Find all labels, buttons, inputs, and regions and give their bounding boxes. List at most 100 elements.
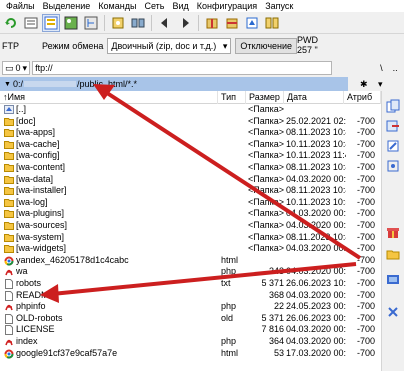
up-icon: [4, 105, 14, 114]
menu-item[interactable]: Команды: [94, 0, 140, 12]
file-size: <Папка>: [248, 173, 284, 184]
unpack-icon[interactable]: [223, 14, 241, 32]
file-name: OLD-robots: [16, 312, 63, 323]
network-icon[interactable]: [386, 273, 400, 287]
file-type: php: [221, 301, 237, 312]
file-size: <Папка>: [248, 243, 284, 254]
forward-icon[interactable]: [176, 14, 194, 32]
file-row[interactable]: [wa-plugins] <Папка>04.03.2020 00:00 -700: [0, 208, 381, 220]
file-size: 364: [268, 336, 284, 346]
folder-icon: [4, 117, 14, 126]
file-name: [wa-system]: [16, 231, 65, 242]
menu-item[interactable]: Запуск: [261, 0, 297, 12]
file-date: 25.02.2021 02:00: [286, 115, 346, 126]
file-row[interactable]: [wa-widgets] <Папка>04.03.2020 00:00 -700: [0, 243, 381, 255]
drive-select[interactable]: ▭ 0 ▾: [2, 61, 31, 75]
root-dir-button[interactable]: \: [380, 63, 383, 73]
back-icon[interactable]: [156, 14, 174, 32]
sync-icon[interactable]: [129, 14, 147, 32]
file-size: <Папка>: [248, 185, 284, 196]
file-attr: -700: [357, 138, 376, 149]
drive-icon: ▭: [5, 62, 14, 73]
file-row[interactable]: index php 36404.03.2020 00:00 -700: [0, 336, 381, 348]
menu-item[interactable]: Выделение: [39, 0, 95, 12]
file-row[interactable]: [wa-installer] <Папка>08.11.2023 10:44 -70…: [0, 185, 381, 197]
current-path: ▼ 0:/ /public_html/*.*: [0, 77, 348, 91]
file-size: <Папка>: [248, 104, 284, 114]
file-date: 26.06.2023 00:00: [286, 312, 346, 323]
menu-item[interactable]: Файлы: [2, 0, 39, 12]
file-row[interactable]: [..] <Папка>: [0, 104, 381, 116]
file-row[interactable]: [wa-content] <Папка>08.11.2023 10:44 -700: [0, 162, 381, 174]
find-icon[interactable]: [109, 14, 127, 32]
view-brief-icon[interactable]: [22, 14, 40, 32]
file-attr: -700: [357, 127, 376, 138]
column-name[interactable]: ↑Имя: [0, 91, 218, 104]
file-name: [wa-apps]: [16, 127, 56, 138]
column-attr[interactable]: Атриб: [344, 91, 381, 104]
file-row[interactable]: [wa-config] <Папка>10.11.2023 11:47 -700: [0, 150, 381, 162]
ftp-url-field[interactable]: ftp://: [32, 61, 333, 75]
file-row[interactable]: [wa-log] <Папка>10.11.2023 10:50 -700: [0, 197, 381, 209]
file-attr: -700: [357, 254, 376, 265]
parent-dir-button[interactable]: ..: [393, 63, 398, 73]
file-size: <Папка>: [248, 231, 284, 242]
toolbar-separator: [151, 14, 152, 31]
file-row[interactable]: robots txt 5 37126.06.2023 10:43 -700: [0, 278, 381, 290]
column-size[interactable]: Размер: [246, 91, 284, 104]
history-icon[interactable]: ▾: [378, 79, 383, 90]
pdf-icon: [4, 302, 14, 311]
ftp-bar: FTP Режим обмена Двоичный (zip, doc и т.…: [0, 35, 404, 57]
delete-icon[interactable]: [386, 305, 400, 319]
file-row[interactable]: wa php 34304.03.2020 00:00 -700: [0, 266, 381, 278]
file-size: 22: [273, 301, 284, 312]
move-icon[interactable]: [386, 119, 400, 133]
menu-item[interactable]: Вид: [168, 0, 192, 12]
column-type[interactable]: Тип: [218, 91, 246, 104]
folder-icon: [4, 209, 14, 219]
main-toolbar: [0, 12, 404, 34]
file-date: 24.05.2023 00:00: [286, 301, 346, 312]
file-row[interactable]: google91cf37e9caf57a7e html 53 17.03.2020 0…: [0, 348, 381, 360]
menu-item[interactable]: Сеть: [140, 0, 168, 12]
file-row[interactable]: [wa-sources] <Папка>04.03.2020 00:00 -700: [0, 220, 381, 232]
column-date[interactable]: Дата: [284, 91, 344, 104]
ftp-connect-icon[interactable]: [243, 14, 261, 32]
new-folder-icon[interactable]: [386, 247, 400, 261]
file-name: [wa-widgets]: [16, 243, 67, 254]
file-row[interactable]: [doc] <Папка>25.02.2021 02:00 -700: [0, 116, 381, 128]
file-type: html: [221, 254, 239, 265]
file-row[interactable]: [wa-system] <Папка>08.11.2023 10:41 -700: [0, 232, 381, 244]
file-row[interactable]: [wa-data] <Папка>04.03.2020 00:00 -700: [0, 174, 381, 186]
file-date: 04.03.2020 00:00: [286, 173, 346, 184]
menu-item[interactable]: Конфигурация: [193, 0, 261, 12]
drive-label: 0: [15, 63, 21, 73]
compare-icon[interactable]: [263, 14, 281, 32]
file-date: 26.06.2023 10:43: [286, 278, 346, 288]
transfer-mode-select[interactable]: Двоичный (zip, doc и т.д.) ▾: [107, 38, 232, 54]
star-icon[interactable]: ✱: [360, 79, 368, 90]
file-name: [wa-data]: [16, 173, 54, 184]
refresh-icon[interactable]: [2, 14, 20, 32]
file-row[interactable]: [wa-apps] <Папка>08.11.2023 10:44 -700: [0, 127, 381, 139]
file-attr: -700: [357, 312, 376, 323]
gift-icon[interactable]: [386, 225, 400, 239]
file-row[interactable]: yandex_46205178d1c4cabc html -700: [0, 255, 381, 267]
copy-icon[interactable]: [386, 99, 400, 113]
disconnect-button[interactable]: Отключение: [235, 38, 298, 54]
view-detail-icon[interactable]: [42, 13, 60, 32]
file-row[interactable]: README 36804.03.2020 00:00 -700: [0, 290, 381, 302]
pack-icon[interactable]: [203, 14, 221, 32]
file-attr: -700: [357, 231, 376, 242]
file-row[interactable]: [wa-cache] <Папка>10.11.2023 10:41 -700: [0, 139, 381, 151]
view-icon[interactable]: [386, 159, 400, 173]
file-row[interactable]: phpinfo php 2224.05.2023 00:00 -700: [0, 301, 381, 313]
file-row[interactable]: OLD-robots old 5 37126.06.2023 00:00 -700: [0, 313, 381, 325]
file-attr: -700: [357, 347, 376, 358]
tree-icon[interactable]: [82, 14, 100, 32]
edit-icon[interactable]: [386, 139, 400, 153]
transfer-mode-value: Двоичный (zip, doc и т.д.): [111, 41, 217, 51]
file-size: <Папка>: [248, 162, 284, 172]
file-row[interactable]: LICENSE 7 81604.03.2020 00:00 -700: [0, 324, 381, 336]
thumbnails-icon[interactable]: [62, 14, 80, 32]
